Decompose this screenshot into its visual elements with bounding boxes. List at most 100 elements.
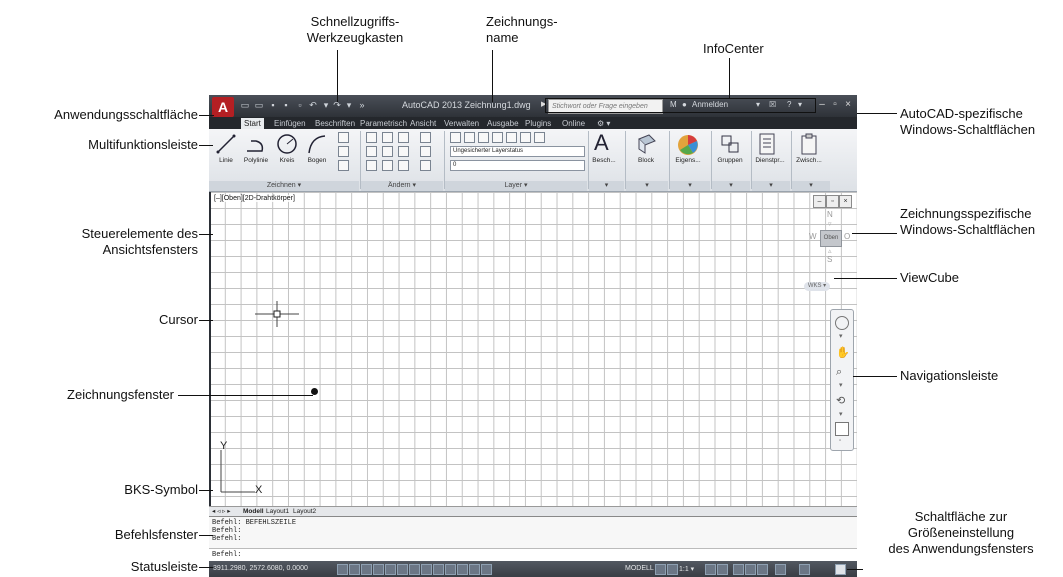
status-menu-icon[interactable]	[799, 564, 810, 575]
plot-icon[interactable]: ▫	[295, 100, 305, 110]
grid-icon[interactable]	[361, 564, 372, 575]
new-icon[interactable]: ▭	[240, 100, 250, 110]
drawing-area[interactable]: [–][Oben][2D-Drahtkörper] – ▫ × N ▿ W Ob…	[209, 192, 857, 506]
chevron-down-icon[interactable]: ▾	[839, 332, 843, 340]
binoculars-icon[interactable]: M	[670, 100, 677, 109]
undo-icon[interactable]: ↶	[308, 100, 318, 110]
fillet-icon[interactable]	[398, 146, 409, 157]
undo-dropdown-icon[interactable]: ▾	[321, 100, 331, 110]
ortho-icon[interactable]	[373, 564, 384, 575]
panel-clipboard[interactable]: ▾	[792, 181, 830, 191]
3dosnap-icon[interactable]	[409, 564, 420, 575]
chevron-down-icon[interactable]: ▾	[839, 410, 843, 418]
layer-icon[interactable]	[492, 132, 503, 143]
save-icon[interactable]: ▪	[268, 100, 278, 110]
autoscale-icon[interactable]	[717, 564, 728, 575]
polyline-icon[interactable]	[244, 133, 266, 155]
tab-options[interactable]: ⚙ ▾	[594, 118, 613, 129]
close-icon[interactable]: ×	[842, 98, 854, 111]
rotate-icon[interactable]	[382, 132, 393, 143]
polyline-tool-label[interactable]: Polylinie	[241, 157, 271, 164]
move-icon[interactable]	[366, 132, 377, 143]
panel-utilities[interactable]: ▾	[752, 181, 790, 191]
maximize-icon[interactable]: ▫	[829, 98, 841, 111]
copy-icon[interactable]	[366, 146, 377, 157]
panel-groups[interactable]: ▾	[712, 181, 750, 191]
panel-annotation[interactable]: ▾	[589, 181, 624, 191]
polar-icon[interactable]	[385, 564, 396, 575]
stretch-icon[interactable]	[366, 160, 377, 171]
clipboard-tool-label[interactable]: Zwisch...	[792, 157, 826, 164]
model-space-button[interactable]: MODELL	[625, 565, 654, 572]
rectangle-icon[interactable]	[338, 132, 349, 143]
erase-icon[interactable]	[420, 132, 431, 143]
user-icon[interactable]: ●	[682, 100, 687, 109]
line-tool-label[interactable]: Linie	[214, 157, 238, 164]
chevron-down-icon[interactable]: ▾	[839, 381, 843, 389]
line-icon[interactable]	[215, 133, 237, 155]
customize-icon[interactable]: ▫	[839, 438, 841, 444]
quick-properties-icon[interactable]	[481, 564, 492, 575]
layer-icon[interactable]	[464, 132, 475, 143]
transparency-icon[interactable]	[469, 564, 480, 575]
utilities-icon[interactable]	[757, 132, 777, 156]
scale-icon[interactable]	[382, 160, 393, 171]
tab-verwalten[interactable]: Verwalten	[441, 118, 482, 129]
help-icon[interactable]: ?	[787, 100, 791, 109]
osnap-icon[interactable]	[397, 564, 408, 575]
coordinate-display[interactable]: 3911.2980, 2572.6080, 0.0000	[213, 565, 308, 572]
panel-zeichnen[interactable]: Zeichnen ▾	[209, 181, 359, 191]
layer-dropdown[interactable]: 0	[450, 160, 585, 171]
tab-plugins[interactable]: Plugins	[522, 118, 554, 129]
groups-icon[interactable]	[719, 133, 741, 155]
quick-access-menu-icon[interactable]: »	[357, 100, 367, 110]
drawing-restore-icon[interactable]: ▫	[826, 195, 839, 208]
block-tool-label[interactable]: Block	[629, 157, 663, 164]
workspace-icon[interactable]	[733, 564, 744, 575]
array-icon[interactable]	[398, 160, 409, 171]
drawing-minimize-icon[interactable]: –	[813, 195, 826, 208]
lineweight-icon[interactable]	[457, 564, 468, 575]
block-icon[interactable]	[635, 133, 657, 155]
viewcube-south[interactable]: S	[827, 255, 832, 264]
minimize-icon[interactable]: –	[816, 98, 828, 111]
viewport-controls[interactable]: [–][Oben][2D-Drahtkörper]	[213, 195, 296, 202]
layer-icon[interactable]	[534, 132, 545, 143]
orbit-icon[interactable]: ⟲	[836, 394, 845, 407]
snap-icon[interactable]	[349, 564, 360, 575]
layer-icon[interactable]	[506, 132, 517, 143]
layout-icon[interactable]	[667, 564, 678, 575]
layer-state-dropdown[interactable]: Ungesicherter Layerstatus	[450, 146, 585, 157]
otrack-icon[interactable]	[421, 564, 432, 575]
command-input[interactable]: Befehl:	[209, 548, 857, 562]
groups-tool-label[interactable]: Gruppen	[713, 157, 747, 164]
zoom-icon[interactable]: ⌕	[836, 366, 842, 379]
login-button[interactable]: Anmelden	[692, 100, 728, 109]
hatch-icon[interactable]	[338, 160, 349, 171]
panel-properties[interactable]: ▾	[670, 181, 710, 191]
tab-parametrisch[interactable]: Parametrisch	[357, 118, 410, 129]
pan-icon[interactable]: ✋	[836, 346, 850, 359]
arc-icon[interactable]	[305, 132, 329, 156]
mirror-icon[interactable]	[382, 146, 393, 157]
showmotion-icon[interactable]	[835, 422, 849, 436]
lock-icon[interactable]	[745, 564, 756, 575]
arc-tool-label[interactable]: Bogen	[304, 157, 330, 164]
circle-tool-label[interactable]: Kreis	[275, 157, 299, 164]
drawing-close-icon[interactable]: ×	[839, 195, 852, 208]
viewcube-west[interactable]: W	[809, 232, 817, 241]
hardware-acceleration-icon[interactable]	[757, 564, 768, 575]
properties-icon[interactable]	[676, 133, 700, 157]
text-icon[interactable]: A	[594, 130, 609, 156]
circle-icon[interactable]	[275, 132, 299, 156]
clipboard-icon[interactable]	[799, 132, 819, 156]
infer-constraints-icon[interactable]	[337, 564, 348, 575]
tab-ausgabe[interactable]: Ausgabe	[484, 118, 522, 129]
viewcube-face[interactable]: Oben	[820, 230, 842, 247]
utilities-tool-label[interactable]: Dienstpr...	[751, 157, 789, 164]
tab-online[interactable]: Online	[559, 118, 588, 129]
redo-dropdown-icon[interactable]: ▾	[344, 100, 354, 110]
tab-beschriften[interactable]: Beschriften	[312, 118, 358, 129]
panel-aendern[interactable]: Ändern ▾	[361, 181, 443, 191]
help-dropdown-icon[interactable]: ▾	[798, 100, 802, 109]
